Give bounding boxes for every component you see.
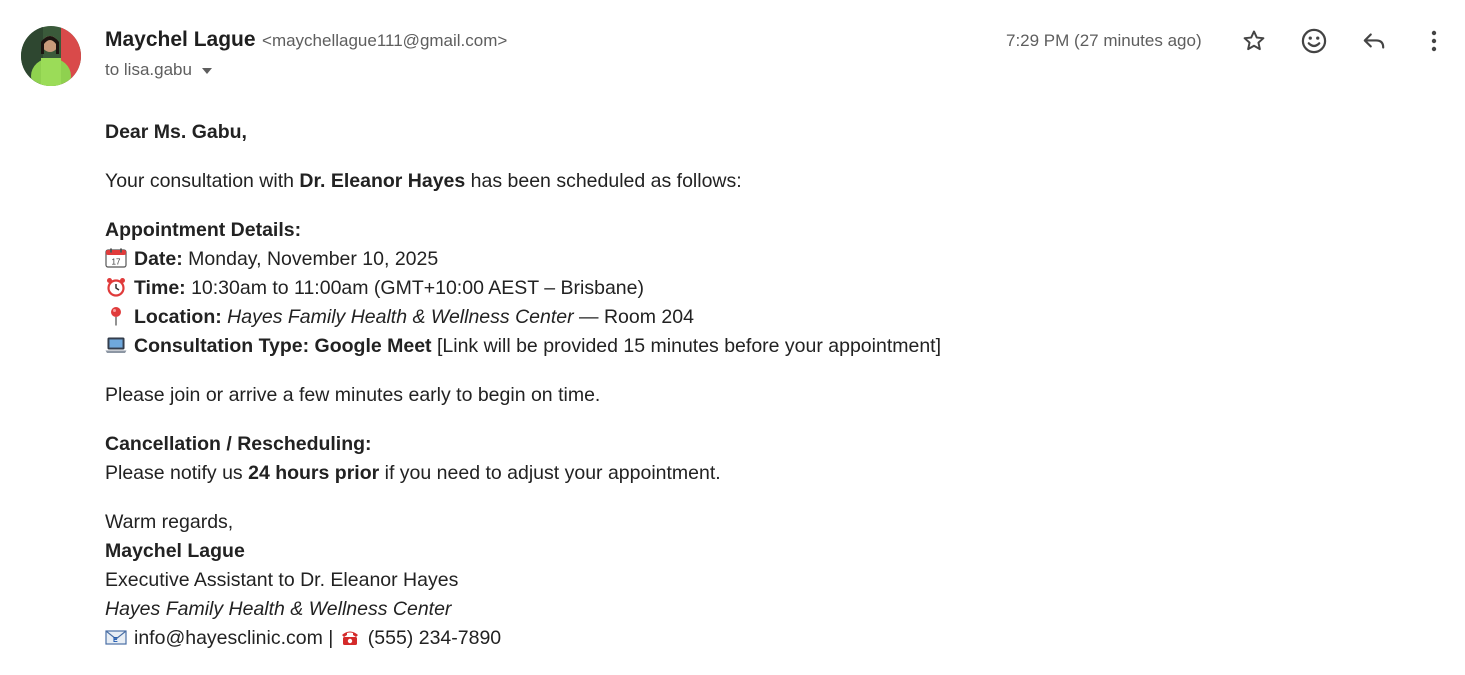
details-heading: Appointment Details: — [105, 219, 302, 241]
date-line: 17 Date: Monday, November 10, 2025 — [105, 245, 1405, 274]
recipient-line[interactable]: to lisa.gabu — [105, 60, 212, 80]
appointment-details: Appointment Details: 17 Date: Monday, Nov… — [105, 216, 1405, 361]
pin-icon — [111, 307, 121, 326]
contact-phone: (555) 234-7890 — [367, 627, 502, 649]
phone-icon — [341, 631, 358, 645]
calendar-icon: 17 — [105, 248, 127, 268]
sender-name[interactable]: Maychel Lague — [105, 28, 256, 51]
doctor-name: Dr. Eleanor Hayes — [299, 170, 466, 192]
cancellation-section: Cancellation / Rescheduling: Please noti… — [105, 433, 721, 484]
greeting: Dear Ms. Gabu, — [105, 121, 247, 143]
time-line: Time: 10:30am to 11:00am (GMT+10:00 AEST… — [105, 274, 1405, 303]
closing: Warm regards, — [105, 511, 234, 533]
star-icon[interactable] — [1236, 23, 1272, 59]
location-line: Location: Hayes Family Health & Wellness… — [105, 303, 1405, 332]
alarm-clock-icon — [107, 278, 125, 297]
recipient-label: to lisa.gabu — [105, 60, 192, 79]
chevron-down-icon[interactable] — [201, 68, 212, 74]
email-body: Dear Ms. Gabu, Your consultation with Dr… — [105, 118, 1405, 673]
more-vert-icon[interactable] — [1416, 23, 1452, 59]
emoji-icon[interactable] — [1296, 23, 1332, 59]
intro-paragraph: Your consultation with Dr. Eleanor Hayes… — [105, 170, 742, 192]
cancellation-heading: Cancellation / Rescheduling: — [105, 433, 372, 455]
contact-email[interactable]: info@hayesclinic.com — [134, 627, 323, 649]
location-name: Hayes Family Health & Wellness Center — [227, 306, 574, 328]
email-icon: E — [105, 630, 127, 645]
sender-email: <maychellague111@gmail.com> — [262, 31, 508, 50]
svg-text:17: 17 — [112, 258, 121, 267]
signature: Warm regards, Maychel Lague Executive As… — [105, 508, 1405, 653]
avatar[interactable] — [21, 26, 81, 86]
reply-icon[interactable] — [1356, 23, 1392, 59]
sender-line: Maychel Lague <maychellague111@gmail.com… — [105, 28, 507, 52]
signature-title: Executive Assistant to Dr. Eleanor Hayes — [105, 569, 459, 591]
type-line: Consultation Type: Google Meet [Link wil… — [105, 332, 1405, 361]
timestamp: 7:29 PM (27 minutes ago) — [1006, 31, 1202, 50]
svg-text:E: E — [113, 637, 118, 644]
signature-name: Maychel Lague — [105, 540, 245, 562]
signature-org: Hayes Family Health & Wellness Center — [105, 598, 452, 620]
contact-line: Einfo@hayesclinic.com | (555) 234-7890 — [105, 624, 1405, 653]
arrive-note: Please join or arrive a few minutes earl… — [105, 384, 601, 406]
laptop-icon — [105, 337, 127, 353]
